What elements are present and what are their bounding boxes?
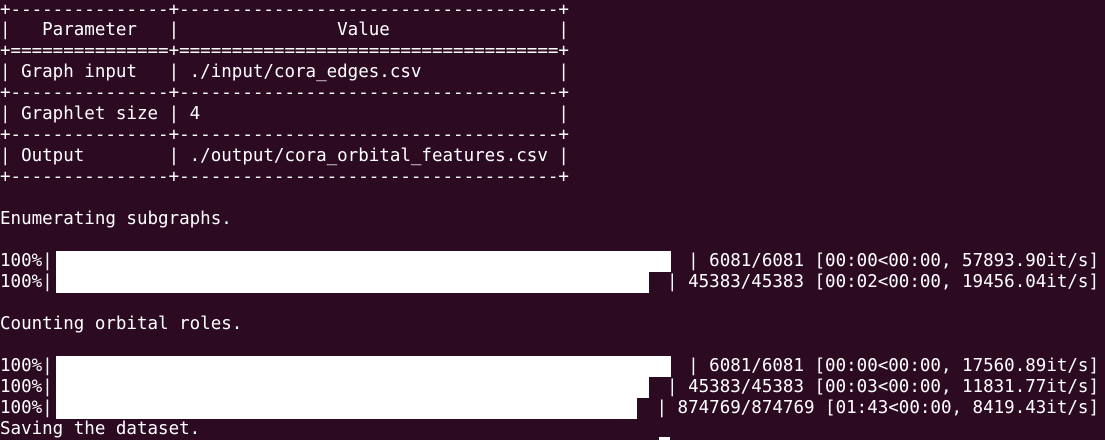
progress-stats: | 6081/6081 [00:00<00:00, 17560.89it/s] (688, 356, 1099, 376)
progress-line: 100%| | 6081/6081 [00:00<00:00, 17560.89… (0, 356, 1105, 377)
progress-stats: | 45383/45383 [00:02<00:00, 19456.04it/s… (667, 272, 1099, 292)
progress-percent: 100%| (0, 272, 53, 292)
table-header-separator: +===============+=======================… (0, 41, 569, 61)
table-border-top: +---------------+-----------------------… (0, 0, 569, 20)
progress-stats: | 6081/6081 [00:00<00:00, 57893.90it/s] (688, 251, 1099, 271)
progress-percent: 100%| (0, 377, 53, 397)
progress-bar-fill (56, 377, 649, 398)
progress-bar-fill (56, 251, 671, 272)
progress-line: 100%| | 6081/6081 [00:00<00:00, 57893.90… (0, 251, 1105, 272)
progress-bar-fill (56, 398, 637, 419)
table-row-output: | Output | ./output/cora_orbital_feature… (0, 146, 569, 166)
progress-bar-fill (56, 356, 671, 377)
table-row-graphlet-size: | Graphlet size | 4 | (0, 104, 569, 124)
table-row-separator: +---------------+-----------------------… (0, 125, 569, 145)
progress-line: 100%| | 45383/45383 [00:03<00:00, 11831.… (0, 377, 1105, 398)
table-row-separator: +---------------+-----------------------… (0, 83, 569, 103)
progress-percent: 100%| (0, 356, 53, 376)
progress-stats: | 45383/45383 [00:03<00:00, 11831.77it/s… (667, 377, 1099, 397)
progress-percent: 100%| (0, 398, 53, 418)
progress-percent: 100%| (0, 251, 53, 271)
progress-line: 100%| | 874769/874769 [01:43<00:00, 8419… (0, 398, 1105, 419)
saving-message: Saving the dataset. (0, 419, 201, 439)
progress-bar-fill (56, 272, 649, 293)
progress-stats: | 874769/874769 [01:43<00:00, 8419.43it/… (656, 398, 1099, 418)
table-row-graph-input: | Graph input | ./input/cora_edges.csv | (0, 62, 569, 82)
terminal-window[interactable]: +---------------+-----------------------… (0, 0, 1105, 440)
counting-message: Counting orbital roles. (0, 314, 243, 334)
enumerating-message: Enumerating subgraphs. (0, 209, 232, 229)
table-header-row: | Parameter | Value | (0, 20, 569, 40)
progress-line: 100%| | 45383/45383 [00:02<00:00, 19456.… (0, 272, 1105, 293)
table-border-bottom: +---------------+-----------------------… (0, 167, 569, 187)
